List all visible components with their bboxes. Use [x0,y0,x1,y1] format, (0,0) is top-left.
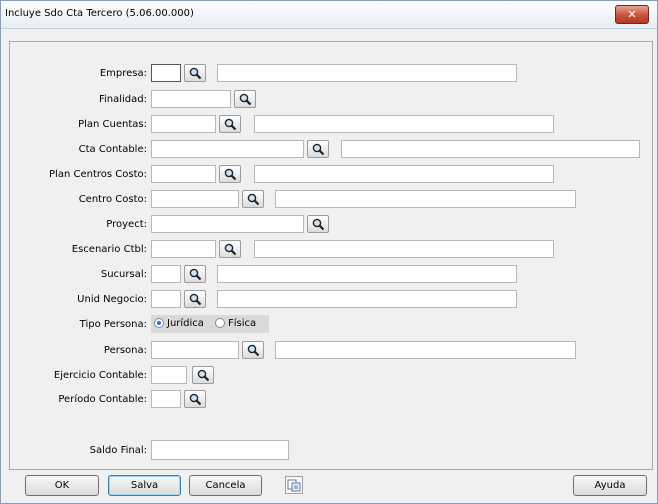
periodo-contable-search-button[interactable] [184,390,206,408]
plan-centros-costo-name-input[interactable] [254,165,554,183]
saldo-panel [9,413,653,470]
centro-costo-name-input[interactable] [275,190,576,208]
centro-costo-label: Centro Costo: [78,194,147,205]
finalidad-label: Finalidad: [98,94,147,105]
finalidad-search-button[interactable] [234,90,256,108]
close-button[interactable]: ✕ [615,5,649,24]
proyect-search-button[interactable] [307,215,329,233]
fisica-label: Física [228,318,257,329]
plan-cuentas-label: Plan Cuentas: [78,119,147,130]
empresa-name-input[interactable] [217,64,517,82]
plan-cuentas-code-input[interactable] [151,115,216,133]
persona-label: Persona: [103,345,147,356]
plan-centros-costo-code-input[interactable] [151,165,216,183]
escenario-ctbl-name-input[interactable] [254,240,554,258]
tipo-persona-group: Jurídica Física [151,315,269,333]
fisica-radio[interactable] [215,318,225,328]
periodo-contable-label: Período Contable: [58,394,147,405]
ok-button[interactable]: OK [25,475,99,496]
plan-cuentas-search-button[interactable] [219,115,241,133]
persona-name-input[interactable] [275,341,576,359]
cancela-button[interactable]: Cancela [189,475,262,496]
search-icon [247,193,260,206]
sucursal-label: Sucursal: [100,269,147,280]
escenario-ctbl-label: Escenario Ctbl: [71,244,147,255]
search-icon [239,93,252,106]
finalidad-input[interactable] [151,90,231,108]
sucursal-name-input[interactable] [217,265,517,283]
search-icon [312,218,325,231]
juridica-radio[interactable] [154,318,164,328]
sucursal-search-button[interactable] [184,265,206,283]
proyect-input[interactable] [151,215,304,233]
ejercicio-contable-label: Ejercicio Contable: [53,370,147,381]
plan-centros-costo-label: Plan Centros Costo: [49,169,147,180]
unid-negocio-code-input[interactable] [151,290,181,308]
empresa-search-button[interactable] [184,64,206,82]
plan-centros-costo-search-button[interactable] [219,165,241,183]
escenario-ctbl-search-button[interactable] [219,240,241,258]
unid-negocio-name-input[interactable] [217,290,517,308]
search-icon [197,369,210,382]
centro-costo-search-button[interactable] [242,190,264,208]
empresa-code-input[interactable] [151,64,181,82]
search-icon [224,168,237,181]
saldo-final-label: Saldo Final: [89,445,147,456]
sucursal-code-input[interactable] [151,265,181,283]
search-icon [189,293,202,306]
centro-costo-code-input[interactable] [151,190,239,208]
search-icon [224,118,237,131]
attach-icon [287,479,301,492]
periodo-contable-input[interactable] [151,390,181,408]
escenario-ctbl-code-input[interactable] [151,240,216,258]
cta-contable-name-input[interactable] [341,140,640,158]
empresa-label: Empresa: [99,68,147,79]
tipo-persona-label: Tipo Persona: [79,319,147,330]
attach-button[interactable] [285,476,303,494]
search-icon [312,143,325,156]
ejercicio-contable-search-button[interactable] [192,366,214,384]
cta-contable-code-input[interactable] [151,140,304,158]
unid-negocio-label: Unid Negocio: [77,294,147,305]
dialog-window: Incluye Sdo Cta Tercero (5.06.00.000) ✕ … [0,0,658,504]
cta-contable-label: Cta Contable: [78,144,147,155]
search-icon [247,344,260,357]
search-icon [189,268,202,281]
salva-button[interactable]: Salva [108,475,181,496]
title-bar: Incluye Sdo Cta Tercero (5.06.00.000) ✕ [1,1,657,29]
ejercicio-contable-input[interactable] [151,366,187,384]
search-icon [224,243,237,256]
search-icon [189,393,202,406]
window-title: Incluye Sdo Cta Tercero (5.06.00.000) [5,8,194,19]
persona-code-input[interactable] [151,341,239,359]
proyect-label: Proyect: [106,219,147,230]
persona-search-button[interactable] [242,341,264,359]
plan-cuentas-name-input[interactable] [254,115,554,133]
close-icon: ✕ [627,8,637,21]
saldo-final-input[interactable] [151,440,289,460]
cta-contable-search-button[interactable] [307,140,329,158]
unid-negocio-search-button[interactable] [184,290,206,308]
ayuda-button[interactable]: Ayuda [573,475,647,496]
search-icon [189,67,202,80]
juridica-label: Jurídica [167,318,204,329]
